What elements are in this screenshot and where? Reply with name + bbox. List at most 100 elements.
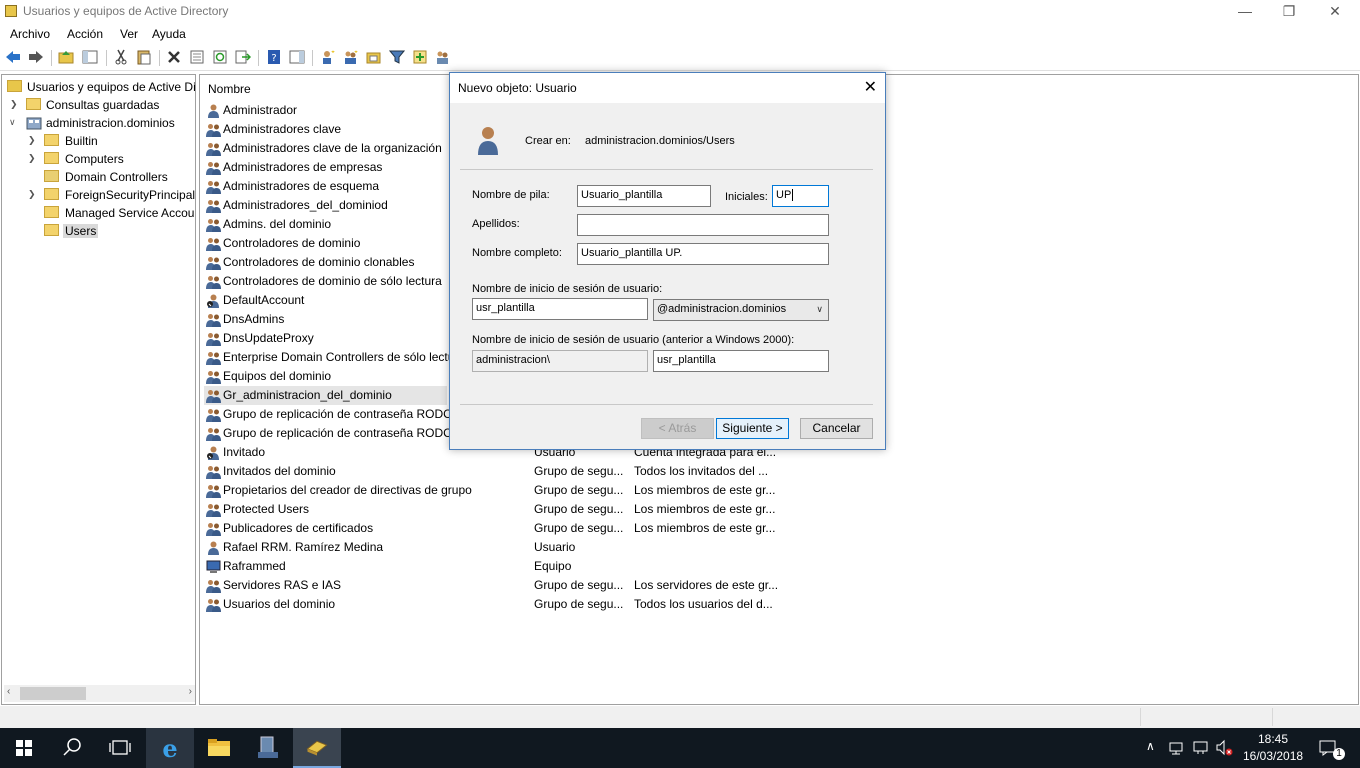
item-name: Usuarios del dominio bbox=[223, 597, 336, 611]
item-name: Rafael RRM. Ramírez Medina bbox=[223, 540, 384, 554]
item-name: Administradores_del_dominiod bbox=[223, 198, 388, 212]
internet-explorer-icon[interactable]: e bbox=[146, 728, 194, 768]
group-icon bbox=[206, 502, 221, 517]
item-name: Equipos del dominio bbox=[223, 369, 332, 383]
server-manager-icon[interactable] bbox=[244, 728, 292, 768]
list-item[interactable]: Invitados del dominio Grupo de segu... Tod… bbox=[204, 462, 1354, 481]
task-view-icon[interactable] bbox=[96, 728, 144, 768]
list-item[interactable]: Rafael RRM. Ramírez Medina Usuario bbox=[204, 538, 1354, 557]
item-description: Los miembros de este gr... bbox=[634, 521, 776, 535]
menu-ayuda[interactable]: Ayuda bbox=[152, 27, 186, 41]
first-name-input[interactable]: Usuario_plantilla bbox=[577, 185, 711, 207]
forward-arrow-icon[interactable] bbox=[28, 49, 44, 65]
pre2000-domain-field: administracion\ bbox=[472, 350, 648, 372]
group-icon bbox=[206, 236, 221, 251]
folder-icon bbox=[44, 134, 59, 146]
find-users-icon[interactable] bbox=[435, 49, 451, 65]
logon-domain-select[interactable]: @administracion.dominios ∨ bbox=[653, 299, 829, 321]
list-item[interactable]: Raframmed Equipo bbox=[204, 557, 1354, 576]
show-hide-tree-icon[interactable] bbox=[82, 49, 98, 65]
paste-icon[interactable] bbox=[136, 49, 152, 65]
item-description: Todos los usuarios del d... bbox=[634, 597, 773, 611]
item-name: Controladores de dominio bbox=[223, 236, 361, 250]
ad-root-icon bbox=[7, 80, 22, 92]
windows-start-icon[interactable] bbox=[0, 728, 48, 768]
tree-label: administracion.dominios bbox=[46, 116, 175, 130]
tree-horizontal-scrollbar[interactable]: ‹ › bbox=[4, 685, 195, 702]
collapse-arrow-icon[interactable]: ∨ bbox=[9, 117, 16, 128]
item-name: Invitados del dominio bbox=[223, 464, 336, 478]
scroll-left-icon[interactable]: ‹ bbox=[7, 686, 10, 697]
full-name-input[interactable]: Usuario_plantilla UP. bbox=[577, 243, 829, 265]
volume-muted-icon[interactable] bbox=[1214, 739, 1234, 757]
new-ou-icon[interactable] bbox=[366, 49, 382, 65]
item-name: Enterprise Domain Controllers de sólo le… bbox=[223, 350, 455, 364]
back-button[interactable]: < Atrás bbox=[641, 418, 714, 439]
menu-accion[interactable]: Acción bbox=[67, 27, 103, 41]
action-flag-icon[interactable] bbox=[1192, 740, 1210, 756]
expand-arrow-icon[interactable]: ❯ bbox=[28, 135, 36, 146]
dialog-close-icon[interactable]: ✕ bbox=[864, 77, 877, 97]
export-list-icon[interactable] bbox=[235, 49, 251, 65]
action-pane-icon[interactable] bbox=[289, 49, 305, 65]
delete-icon[interactable] bbox=[166, 49, 182, 65]
scroll-right-icon[interactable]: › bbox=[189, 686, 192, 697]
svg-text:?: ? bbox=[271, 53, 276, 64]
add-to-group-icon[interactable] bbox=[412, 49, 428, 65]
item-name: Invitado bbox=[223, 445, 266, 459]
file-explorer-icon[interactable] bbox=[195, 728, 243, 768]
next-button[interactable]: Siguiente > bbox=[716, 418, 789, 439]
pre2000-name-input[interactable]: usr_plantilla bbox=[653, 350, 829, 372]
expand-arrow-icon[interactable]: ❯ bbox=[28, 189, 36, 200]
new-group-icon[interactable] bbox=[343, 49, 359, 65]
close-button[interactable]: ✕ bbox=[1312, 0, 1358, 24]
last-name-input[interactable] bbox=[577, 214, 829, 236]
item-name: Controladores de dominio de sólo lectura bbox=[223, 274, 442, 288]
ad-users-computers-taskbar-icon[interactable] bbox=[293, 728, 341, 768]
help-icon[interactable]: ? bbox=[266, 49, 282, 65]
last-name-label: Apellidos: bbox=[472, 218, 520, 230]
group-icon bbox=[206, 141, 221, 156]
title-bar: Usuarios y equipos de Active Directory —… bbox=[0, 0, 1360, 24]
list-item[interactable]: Protected Users Grupo de segu... Los miemb… bbox=[204, 500, 1354, 519]
logon-name-input[interactable]: usr_plantilla bbox=[472, 298, 648, 320]
list-item[interactable]: Publicadores de certificados Grupo de seg… bbox=[204, 519, 1354, 538]
menu-ver[interactable]: Ver bbox=[120, 27, 138, 41]
filter-icon[interactable] bbox=[389, 49, 405, 65]
cancel-button[interactable]: Cancelar bbox=[800, 418, 873, 439]
tray-chevron-up-icon[interactable]: ∧ bbox=[1146, 739, 1155, 753]
item-name: Admins. del dominio bbox=[223, 217, 332, 231]
logon-name-label: Nombre de inicio de sesión de usuario: bbox=[472, 283, 663, 295]
expand-arrow-icon[interactable]: ❯ bbox=[10, 99, 18, 110]
list-item[interactable]: Servidores RAS e IAS Grupo de segu... Los … bbox=[204, 576, 1354, 595]
up-folder-icon[interactable] bbox=[58, 49, 74, 65]
full-name-label: Nombre completo: bbox=[472, 247, 562, 259]
scroll-thumb[interactable] bbox=[20, 687, 86, 700]
column-header-name[interactable]: Nombre bbox=[208, 82, 251, 96]
item-name: Administradores clave bbox=[223, 122, 342, 136]
minimize-button[interactable]: — bbox=[1222, 0, 1268, 24]
expand-arrow-icon[interactable]: ❯ bbox=[28, 153, 36, 164]
clock-time[interactable]: 18:45 bbox=[1258, 732, 1288, 746]
menu-archivo[interactable]: Archivo bbox=[10, 27, 50, 41]
network-icon[interactable] bbox=[1168, 740, 1186, 756]
clock-date[interactable]: 16/03/2018 bbox=[1243, 749, 1303, 763]
new-user-icon[interactable] bbox=[320, 49, 336, 65]
maximize-button[interactable]: ❐ bbox=[1266, 0, 1312, 24]
list-item[interactable]: Propietarios del creador de directivas d… bbox=[204, 481, 1354, 500]
cut-icon[interactable] bbox=[113, 49, 129, 65]
window-title: Usuarios y equipos de Active Directory bbox=[23, 4, 229, 18]
item-type: Grupo de segu... bbox=[534, 483, 624, 497]
refresh-icon[interactable] bbox=[212, 49, 228, 65]
item-name: Publicadores de certificados bbox=[223, 521, 374, 535]
back-arrow-icon[interactable] bbox=[5, 49, 21, 65]
item-name: Controladores de dominio clonables bbox=[223, 255, 415, 269]
properties-icon[interactable] bbox=[189, 49, 205, 65]
initials-input[interactable]: UP bbox=[772, 185, 829, 207]
folder-icon bbox=[44, 206, 59, 218]
tree-label: Builtin bbox=[65, 134, 98, 148]
item-name: DnsUpdateProxy bbox=[223, 331, 314, 345]
item-name: Raframmed bbox=[223, 559, 286, 573]
list-item[interactable]: Usuarios del dominio Grupo de segu... Todo… bbox=[204, 595, 1354, 614]
search-icon[interactable] bbox=[48, 728, 96, 768]
